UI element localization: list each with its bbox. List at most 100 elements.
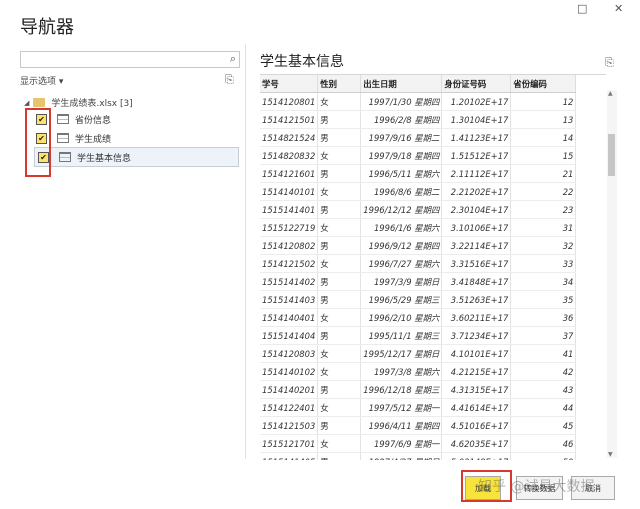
table-cell: 3.31516E+17	[441, 254, 512, 273]
table-row[interactable]: 1515141403 男 1996/5/29 星期三 3.51263E+17 35	[260, 290, 577, 309]
table-cell: 4.21215E+17	[441, 362, 512, 381]
scroll-thumb[interactable]	[608, 134, 615, 176]
table-row[interactable]: 1514121601 男 1996/5/11 星期六 2.11112E+17 21	[260, 164, 577, 183]
nav-item-label: 省份信息	[75, 115, 112, 126]
refresh-icon[interactable]: ⎘	[225, 73, 234, 87]
nav-item-student-info[interactable]: ✔ 学生基本信息	[34, 147, 239, 167]
search-icon[interactable]: ⌕	[230, 52, 236, 66]
table-row[interactable]: 1514140102 女 1997/3/8 星期六 4.21215E+17 42	[260, 362, 577, 381]
vertical-scrollbar[interactable]: ▲ ▼	[607, 90, 617, 458]
table-cell: 1515122719	[260, 218, 319, 237]
table-row[interactable]: 1514122401 女 1997/5/12 星期一 4.41614E+17 44	[260, 398, 577, 417]
table-cell: 37	[510, 326, 577, 345]
table-cell: 男	[317, 128, 362, 147]
restore-icon[interactable]: □	[577, 2, 587, 15]
preview-grid[interactable]: 学号 性别 出生日期 身份证号码 省份编码 1514120801 女 1997/1/…	[260, 74, 606, 460]
table-cell: 1996/7/27 星期六	[360, 254, 443, 273]
table-cell: 3.51263E+17	[441, 290, 512, 309]
table-row[interactable]: 1515141402 男 1997/3/9 星期日 3.41848E+17 34	[260, 272, 577, 291]
table-cell: 23	[510, 200, 577, 219]
table-cell: 女	[317, 92, 362, 111]
scroll-down-icon[interactable]: ▼	[608, 451, 613, 458]
table-cell: 1515141404	[260, 326, 319, 345]
export-icon[interactable]: ⎘	[605, 56, 614, 70]
table-row[interactable]: 1515122719 女 1996/1/6 星期六 3.10106E+17 31	[260, 218, 577, 237]
table-row[interactable]: 1514140401 女 1996/2/10 星期六 3.60211E+17 36	[260, 308, 577, 327]
table-cell: 4.62035E+17	[441, 434, 512, 453]
table-row[interactable]: 1514121503 男 1996/4/11 星期四 4.51016E+17 45	[260, 416, 577, 435]
table-row[interactable]: 1514121502 女 1996/7/27 星期六 3.31516E+17 33	[260, 254, 577, 273]
table-cell: 1997/9/16 星期二	[360, 128, 443, 147]
table-cell: 男	[317, 272, 362, 291]
table-cell: 男	[317, 380, 362, 399]
table-cell: 1514122401	[260, 398, 319, 417]
table-cell: 1997/9/18 星期四	[360, 146, 443, 165]
table-cell: 4.31315E+17	[441, 380, 512, 399]
column-header[interactable]: 性别	[317, 75, 362, 93]
table-cell: 32	[510, 236, 577, 255]
scroll-up-icon[interactable]: ▲	[608, 90, 613, 97]
table-icon	[57, 114, 69, 124]
close-icon[interactable]: ✕	[614, 2, 623, 15]
table-cell: 45	[510, 416, 577, 435]
table-cell: 1514121501	[260, 110, 319, 129]
column-header[interactable]: 身份证号码	[441, 75, 512, 93]
table-cell: 女	[317, 254, 362, 273]
search-input[interactable]: ⌕	[20, 51, 240, 68]
table-cell: 3.22114E+17	[441, 236, 512, 255]
table-cell: 1514140101	[260, 182, 319, 201]
table-cell: 男	[317, 110, 362, 129]
column-header[interactable]: 出生日期	[360, 75, 443, 93]
display-options-dropdown[interactable]: 显示选项 ▾	[20, 74, 63, 87]
table-cell: 1996/4/11 星期四	[360, 416, 443, 435]
table-cell: 1515141402	[260, 272, 319, 291]
table-cell: 1997/5/12 星期一	[360, 398, 443, 417]
table-cell: 1.41123E+17	[441, 128, 512, 147]
table-row[interactable]: 1515141404 男 1995/11/1 星期三 3.71234E+17 37	[260, 326, 577, 345]
table-row[interactable]: 1514121501 男 1996/2/8 星期四 1.30104E+17 13	[260, 110, 577, 129]
table-cell: 女	[317, 362, 362, 381]
table-cell: 1997/3/8 星期六	[360, 362, 443, 381]
table-cell: 1514120803	[260, 344, 319, 363]
table-row[interactable]: 1515121701 女 1997/6/9 星期一 4.62035E+17 46	[260, 434, 577, 453]
table-cell: 12	[510, 92, 577, 111]
table-cell: 1996/12/18 星期三	[360, 380, 443, 399]
table-cell: 女	[317, 308, 362, 327]
table-row[interactable]: 1514140201 男 1996/12/18 星期三 4.31315E+17 43	[260, 380, 577, 399]
table-cell: 女	[317, 218, 362, 237]
column-header[interactable]: 省份编码	[510, 75, 577, 93]
table-row[interactable]: 1514120803 女 1995/12/17 星期日 4.10101E+17 41	[260, 344, 577, 363]
column-header[interactable]: 学号	[260, 75, 319, 93]
table-row[interactable]: 1514821524 男 1997/9/16 星期二 1.41123E+17 14	[260, 128, 577, 147]
table-row[interactable]: 1515141405男1997/4/27 星期日5.02148E+1750	[260, 452, 577, 460]
table-cell: 3.10106E+17	[441, 218, 512, 237]
table-cell: 1996/12/12 星期四	[360, 200, 443, 219]
table-row[interactable]: 1515141401 男 1996/12/12 星期四 2.30104E+17 23	[260, 200, 577, 219]
panel-divider	[245, 44, 246, 459]
table-cell: 男	[317, 200, 362, 219]
table-cell: 4.10101E+17	[441, 344, 512, 363]
table-cell: 1996/9/12 星期四	[360, 236, 443, 255]
collapse-arrow-icon[interactable]: ◢	[24, 99, 29, 107]
table-cell: 41	[510, 344, 577, 363]
table-row[interactable]: 1514140101 女 1996/8/6 星期二 2.21202E+17 22	[260, 182, 577, 201]
table-cell: 1997/1/30 星期四	[360, 92, 443, 111]
table-row[interactable]: 1514120802 男 1996/9/12 星期四 3.22114E+17 32	[260, 236, 577, 255]
table-cell: 43	[510, 380, 577, 399]
table-cell: 1514820832	[260, 146, 319, 165]
file-name: 学生成绩表.xlsx [3]	[51, 99, 133, 109]
table-cell: 1514121503	[260, 416, 319, 435]
table-cell: 50	[510, 452, 577, 460]
table-cell: 1997/3/9 星期日	[360, 272, 443, 291]
table-icon	[59, 152, 71, 162]
table-cell: 4.51016E+17	[441, 416, 512, 435]
table-row[interactable]: 1514120801 女 1997/1/30 星期四 1.20102E+17 12	[260, 92, 577, 111]
table-cell: 5.02148E+17	[441, 452, 512, 460]
table-row[interactable]: 1514820832 女 1997/9/18 星期四 1.51512E+17 15	[260, 146, 577, 165]
table-cell: 女	[317, 146, 362, 165]
table-cell: 14	[510, 128, 577, 147]
table-cell: 男	[317, 164, 362, 183]
table-cell: 3.60211E+17	[441, 308, 512, 327]
table-cell: 13	[510, 110, 577, 129]
table-cell: 3.71234E+17	[441, 326, 512, 345]
